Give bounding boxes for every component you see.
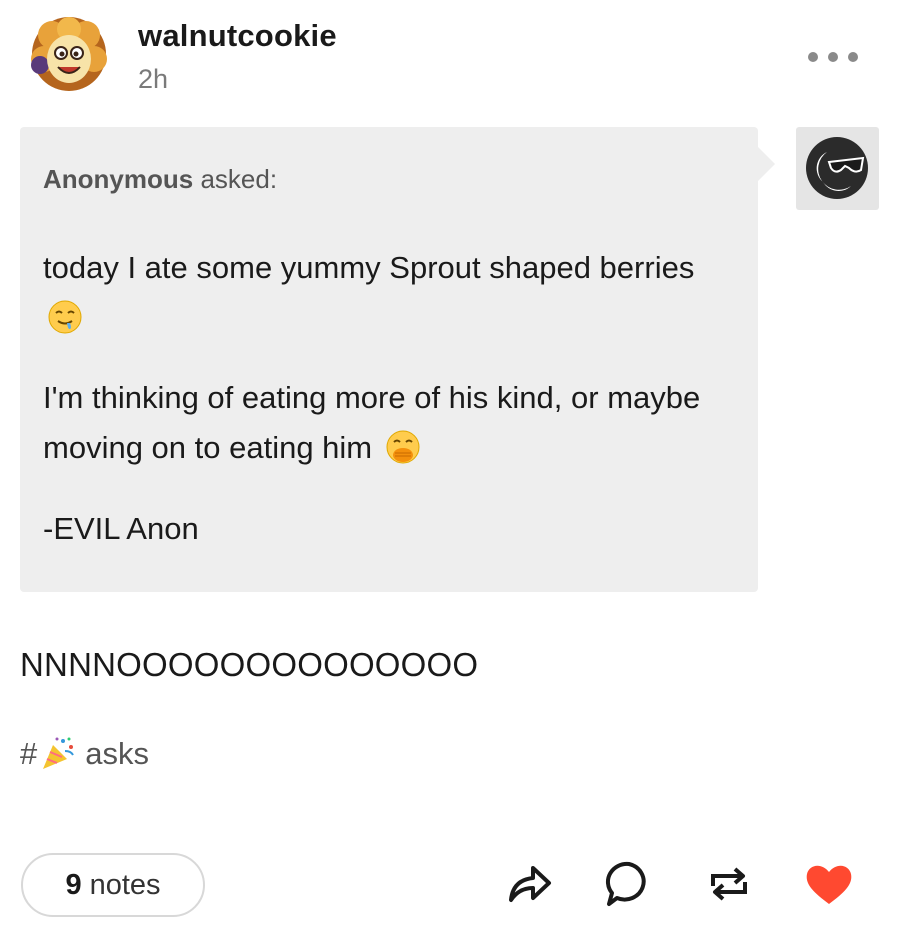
asker-name: Anonymous [43, 164, 194, 194]
ask-paragraph-text: I'm thinking of eating more of his kind,… [43, 380, 701, 465]
notes-button[interactable]: 9 notes [21, 853, 205, 917]
more-dot-icon [828, 52, 838, 62]
more-dot-icon [848, 52, 858, 62]
reblog-icon[interactable] [703, 858, 755, 910]
notes-count: 9 [65, 868, 82, 901]
ask-paragraph: today I ate some yummy Sprout shaped ber… [43, 243, 723, 343]
share-icon[interactable] [503, 858, 555, 910]
tag-text: asks [85, 736, 149, 771]
notes-label: notes [89, 868, 161, 901]
ask-paragraph-text: today I ate some yummy Sprout shaped ber… [43, 250, 695, 285]
asked-label: asked: [200, 164, 278, 194]
username[interactable]: walnutcookie [138, 18, 337, 54]
party-popper-icon [43, 737, 75, 769]
anonymous-sunglasses-avatar-icon [806, 137, 868, 199]
face-with-hand-over-mouth-icon [386, 430, 420, 464]
like-heart-icon[interactable] [803, 858, 855, 910]
reply-icon[interactable] [603, 858, 655, 910]
ask-paragraph: -EVIL Anon [43, 504, 723, 554]
post-card: walnutcookie 2h Anonymous asked: today I… [0, 0, 900, 928]
answer-text: NNNNOOOOOOOOOOOOOO [20, 646, 479, 683]
post-tag[interactable]: # asks [20, 735, 149, 773]
post-timestamp[interactable]: 2h [138, 64, 168, 95]
more-dot-icon [808, 52, 818, 62]
more-options-button[interactable] [808, 45, 858, 69]
tag-hash: # [20, 736, 38, 771]
ask-bubble-tail [757, 146, 775, 182]
ask-paragraph: I'm thinking of eating more of his kind,… [43, 373, 723, 473]
asker-line: Anonymous asked: [43, 164, 277, 195]
user-avatar[interactable] [30, 15, 108, 93]
drooling-face-icon [48, 300, 82, 334]
anon-avatar-frame [796, 127, 879, 210]
ask-paragraph-text: -EVIL Anon [43, 511, 199, 546]
